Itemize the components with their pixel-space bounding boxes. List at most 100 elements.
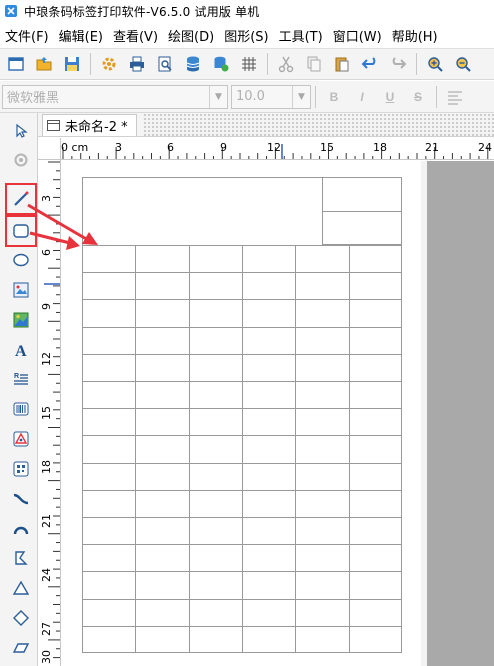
image-icon[interactable] <box>8 277 34 303</box>
design-canvas[interactable] <box>61 161 494 666</box>
data-matrix-icon[interactable] <box>8 456 34 482</box>
menu-bar: 文件(F) 编辑(E) 查看(V) 绘图(D) 图形(S) 工具(T) 窗口(W… <box>0 23 494 47</box>
ruler-left-label: 24 <box>40 568 53 582</box>
ruler-top-label: 0 cm <box>61 141 89 154</box>
toolbar-separator <box>315 85 316 108</box>
menu-view[interactable]: 查看(V) <box>108 26 163 45</box>
menu-draw[interactable]: 绘图(D) <box>163 26 219 45</box>
multiline-text-icon[interactable]: R <box>8 366 34 392</box>
font-size-select[interactable]: 10.0 ▼ <box>231 84 311 109</box>
title-bar: 中琅条码标签打印软件-V6.5.0 试用版 单机 <box>0 0 494 22</box>
open-folder-icon[interactable] <box>31 51 57 77</box>
paste-icon[interactable] <box>329 51 355 77</box>
ruler-top-label: 12 <box>267 141 281 154</box>
ruler-left-label: 9 <box>40 303 53 310</box>
label-page[interactable] <box>61 161 421 666</box>
chevron-down-icon[interactable]: ▼ <box>209 85 227 108</box>
ruler-left-label: 6 <box>40 249 53 256</box>
font-family-value: 微软雅黑 <box>7 91 60 106</box>
document-tab-strip: 未命名-2 * <box>38 113 494 137</box>
window-title: 中琅条码标签打印软件-V6.5.0 试用版 单机 <box>24 4 260 19</box>
document-tab-label: 未命名-2 * <box>65 120 128 135</box>
font-size-value: 10.0 <box>236 89 265 104</box>
curve-icon[interactable] <box>8 486 34 512</box>
ruler-left-label: 27 <box>40 622 53 636</box>
menu-file[interactable]: 文件(F) <box>0 26 54 45</box>
menu-help[interactable]: 帮助(H) <box>387 26 443 45</box>
strikethrough-button[interactable]: S <box>405 85 431 109</box>
ruler-left-label: 12 <box>40 352 53 366</box>
polygon-icon[interactable] <box>8 545 34 571</box>
menu-window[interactable]: 窗口(W) <box>328 26 387 45</box>
ruler-left: 3 6 9 12 15 18 21 24 27 30 <box>38 160 61 666</box>
align-left-icon[interactable] <box>442 84 468 110</box>
qrcode-icon[interactable] <box>8 426 34 452</box>
svg-text:A: A <box>15 343 27 359</box>
database-settings-icon[interactable] <box>208 51 234 77</box>
header-box[interactable] <box>322 177 402 245</box>
select-arrow-icon[interactable] <box>8 118 34 144</box>
toolbar-separator <box>436 85 437 108</box>
toolbar-separator <box>416 53 417 75</box>
main-toolbar <box>0 48 494 80</box>
new-document-icon[interactable] <box>3 51 29 77</box>
ruler-top-label: 3 <box>115 141 122 154</box>
app-window: 中琅条码标签打印软件-V6.5.0 试用版 单机 文件(F) 编辑(E) 查看(… <box>0 0 494 666</box>
grid-icon[interactable] <box>236 51 262 77</box>
ruler-left-label: 21 <box>40 514 53 528</box>
ruler-left-label: 30 <box>40 650 53 664</box>
ellipse-icon[interactable] <box>8 247 34 273</box>
header-box-divider <box>323 211 401 212</box>
canvas-gutter <box>427 161 494 666</box>
cut-icon[interactable] <box>273 51 299 77</box>
barcode-icon[interactable] <box>8 396 34 422</box>
database-icon[interactable] <box>180 51 206 77</box>
print-icon[interactable] <box>124 51 150 77</box>
copy-icon[interactable] <box>301 51 327 77</box>
save-icon[interactable] <box>59 51 85 77</box>
ruler-left-label: 3 <box>40 195 53 202</box>
document-tab[interactable]: 未命名-2 * <box>42 114 137 136</box>
zoom-out-icon[interactable] <box>450 51 476 77</box>
ruler-top-label: 9 <box>220 141 227 154</box>
print-preview-icon[interactable] <box>152 51 178 77</box>
ruler-top-label: 6 <box>167 141 174 154</box>
ruler-left-label: 18 <box>40 460 53 474</box>
ruler-top-label: 24 <box>478 141 492 154</box>
parallelogram-icon[interactable] <box>8 635 34 661</box>
document-icon <box>47 120 60 131</box>
underline-button[interactable]: U <box>377 85 403 109</box>
redo-icon[interactable] <box>385 51 411 77</box>
ruler-left-label: 15 <box>40 406 53 420</box>
svg-text:R: R <box>14 373 19 380</box>
text-icon[interactable]: A <box>8 337 34 363</box>
line-tool-icon[interactable] <box>5 183 37 215</box>
zoom-in-icon[interactable] <box>422 51 448 77</box>
triangle-icon[interactable] <box>8 575 34 601</box>
menu-shape[interactable]: 图形(S) <box>219 26 273 45</box>
tab-strip-fill <box>142 113 494 136</box>
toolbar-separator <box>90 53 91 75</box>
format-toolbar: 微软雅黑 ▼ 10.0 ▼ B I U S <box>0 81 494 113</box>
chevron-down-icon[interactable]: ▼ <box>292 85 310 108</box>
rotate-icon[interactable] <box>8 147 34 173</box>
diamond-icon[interactable] <box>8 605 34 631</box>
ruler-top-label: 15 <box>320 141 334 154</box>
settings-gear-icon[interactable] <box>96 51 122 77</box>
toolbar-separator <box>267 53 268 75</box>
table-grid[interactable] <box>82 245 402 653</box>
undo-icon[interactable] <box>357 51 383 77</box>
bold-button[interactable]: B <box>321 85 347 109</box>
tool-palette: A R <box>0 113 38 666</box>
font-family-select[interactable]: 微软雅黑 ▼ <box>2 84 228 109</box>
picture-icon[interactable] <box>8 307 34 333</box>
rounded-rectangle-icon[interactable] <box>5 215 37 247</box>
ruler-top-label: 21 <box>425 141 439 154</box>
ruler-top: 0 cm 3 6 9 12 15 18 21 24 <box>61 138 494 160</box>
italic-button[interactable]: I <box>349 85 375 109</box>
ruler-top-label: 18 <box>373 141 387 154</box>
arc-icon[interactable] <box>8 516 34 542</box>
menu-tools[interactable]: 工具(T) <box>274 26 328 45</box>
app-logo-icon <box>4 4 18 18</box>
menu-edit[interactable]: 编辑(E) <box>54 26 108 45</box>
